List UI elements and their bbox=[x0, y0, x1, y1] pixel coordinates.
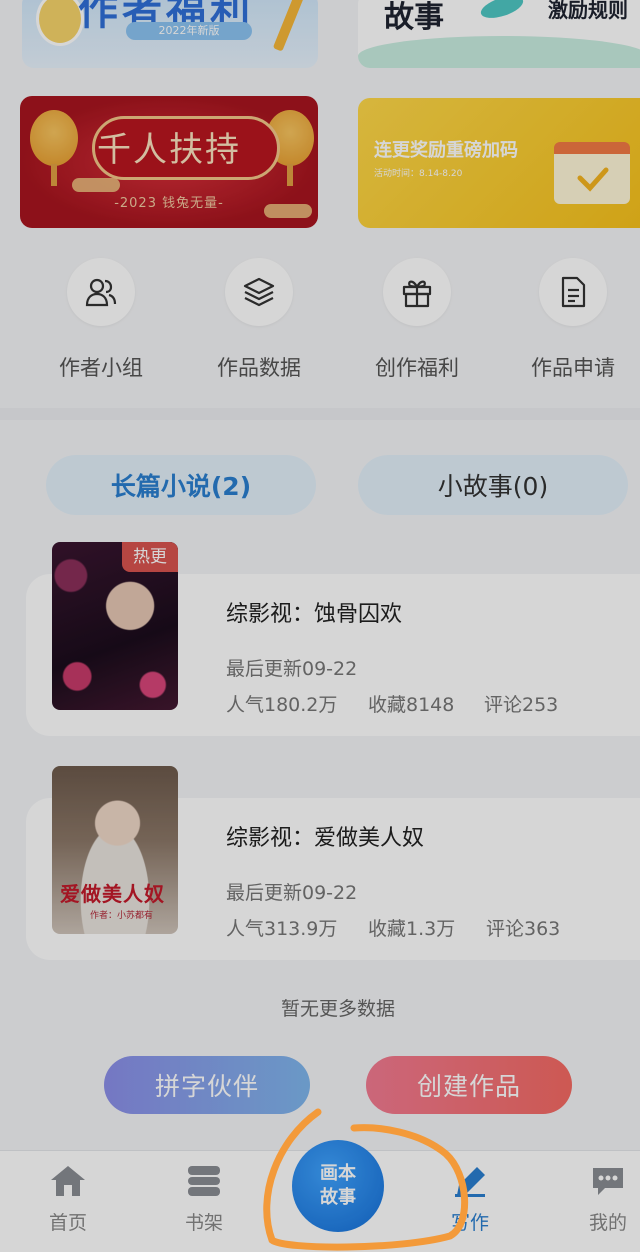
home-icon bbox=[51, 1166, 85, 1196]
banner-title: 故事 bbox=[384, 0, 444, 35]
nav-mine[interactable]: 我的 bbox=[568, 1164, 640, 1235]
entry-author-group[interactable]: 作者小组 bbox=[26, 258, 176, 382]
work-cover-image[interactable]: 爱做美人奴 作者：小苏都有 bbox=[52, 766, 178, 934]
entry-work-application[interactable]: 作品申请 bbox=[498, 258, 640, 382]
cover-title: 爱做美人奴 bbox=[60, 882, 165, 906]
users-icon bbox=[67, 258, 135, 326]
gift-icon bbox=[383, 258, 451, 326]
chat-bubble-icon bbox=[593, 1168, 623, 1195]
work-favorites: 收藏1.3万 bbox=[368, 918, 456, 940]
entry-label: 作品数据 bbox=[217, 356, 301, 380]
pencil-illustration bbox=[272, 0, 306, 52]
tab-short-story[interactable]: 小故事(0) bbox=[358, 455, 628, 515]
nav-label: 首页 bbox=[48, 1212, 87, 1234]
tab-long-novel[interactable]: 长篇小说(2) bbox=[46, 455, 316, 515]
banner-update-reward[interactable]: 连更奖励重磅加码 活动时间：8.14-8.20 bbox=[358, 98, 640, 228]
no-more-data-text: 暂无更多数据 bbox=[280, 998, 395, 1020]
work-comments: 评论253 bbox=[484, 694, 559, 716]
nav-label: 我的 bbox=[588, 1212, 627, 1234]
work-last-updated: 最后更新09-22 bbox=[226, 882, 358, 904]
work-title[interactable]: 综影视：爱做美人奴 bbox=[226, 820, 424, 852]
entry-label: 作品申请 bbox=[531, 356, 615, 380]
hot-update-badge: 热更 bbox=[122, 542, 178, 572]
entry-label: 创作福利 bbox=[375, 356, 459, 380]
banner-thousand-support[interactable]: 千人扶持 -2023 钱兔无量- bbox=[20, 96, 318, 228]
work-comments: 评论363 bbox=[486, 918, 561, 940]
calendar-icon bbox=[554, 142, 630, 204]
layers-icon bbox=[225, 258, 293, 326]
banner-author-welfare[interactable]: 作者福利 2022年新版 bbox=[22, 0, 318, 68]
entry-creation-welfare[interactable]: 创作福利 bbox=[342, 258, 492, 382]
cloud-decoration bbox=[264, 204, 312, 218]
cover-author: 作者：小苏都有 bbox=[90, 911, 154, 921]
clock-illustration bbox=[36, 0, 84, 46]
banner-subtitle: 激励规则 bbox=[548, 0, 628, 22]
nav-home[interactable]: 首页 bbox=[28, 1164, 108, 1235]
banner-title: 千人扶持 bbox=[97, 130, 241, 170]
document-icon bbox=[539, 258, 607, 326]
work-cover-image[interactable]: 热更 bbox=[52, 542, 178, 710]
section-divider bbox=[0, 408, 640, 420]
banner-subtitle: 活动时间：8.14-8.20 bbox=[374, 169, 463, 179]
banner-story-rules[interactable]: 故事 激励规则 bbox=[358, 0, 640, 68]
annotation-circle bbox=[263, 1108, 469, 1251]
entry-label: 作者小组 bbox=[59, 356, 143, 380]
work-popularity: 人气313.9万 bbox=[226, 918, 338, 940]
work-title[interactable]: 综影视：蚀骨囚欢 bbox=[226, 596, 402, 628]
entry-work-data[interactable]: 作品数据 bbox=[184, 258, 334, 382]
banner-version: 2022年新版 bbox=[126, 22, 252, 40]
nav-bookshelf[interactable]: 书架 bbox=[164, 1164, 244, 1235]
work-last-updated: 最后更新09-22 bbox=[226, 658, 358, 680]
wave-decoration bbox=[358, 36, 640, 68]
work-favorites: 收藏8148 bbox=[368, 694, 455, 716]
cloud-decoration bbox=[72, 178, 120, 192]
work-popularity: 人气180.2万 bbox=[226, 694, 338, 716]
bookshelf-icon bbox=[188, 1166, 220, 1196]
leaf-decoration bbox=[478, 0, 526, 23]
nav-label: 书架 bbox=[184, 1212, 223, 1234]
banner-title: 连更奖励重磅加码 bbox=[374, 140, 518, 161]
